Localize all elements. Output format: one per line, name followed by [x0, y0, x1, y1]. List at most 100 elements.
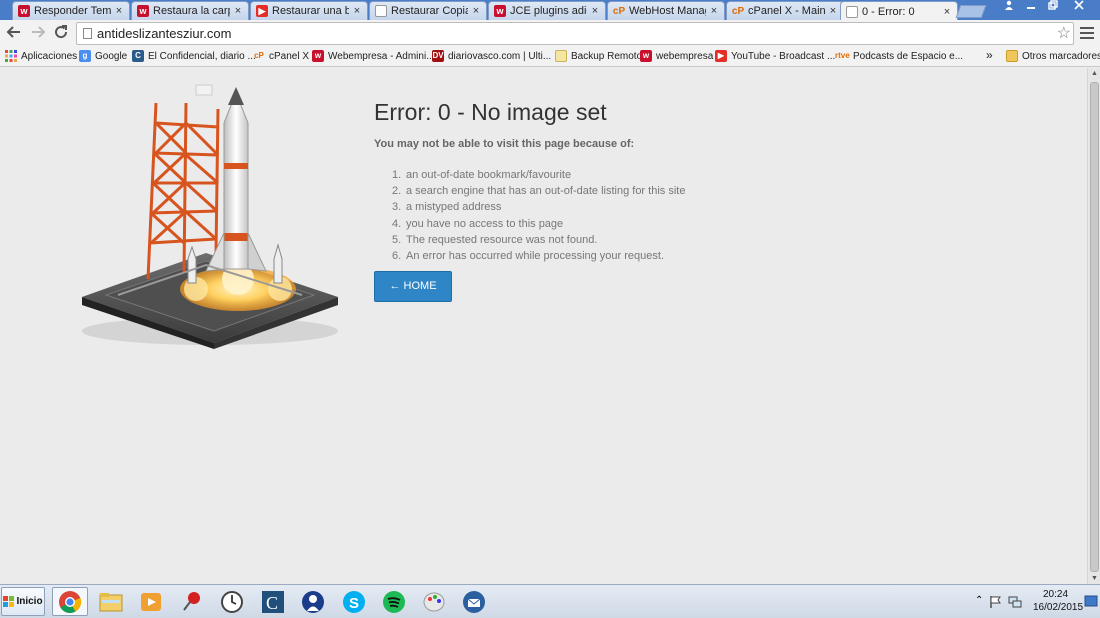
bookmark-label: El Confidencial, diario ...	[148, 50, 256, 62]
network-icon[interactable]	[1008, 595, 1022, 609]
bookmark-webempresa-admin[interactable]: w Webempresa - Admini...	[312, 50, 435, 62]
chrome-icon	[59, 590, 82, 613]
minimize-button[interactable]	[1020, 0, 1042, 14]
taskbar-explorer[interactable]	[93, 587, 129, 616]
tab-title: Responder Tema: a	[34, 5, 111, 17]
taskbar-user-app[interactable]	[295, 587, 331, 616]
bookmark-diariovasco[interactable]: DV diariovasco.com | Ulti...	[432, 50, 551, 62]
media-player-icon	[141, 592, 161, 611]
tab-6[interactable]: cP WebHost Manager ×	[607, 1, 725, 20]
close-icon[interactable]: ×	[233, 5, 243, 17]
list-text: you have no access to this page	[406, 217, 564, 230]
diariovasco-icon: DV	[432, 50, 444, 62]
document-icon	[375, 5, 387, 17]
start-button[interactable]: Inicio	[1, 587, 45, 616]
taskbar-clock-app[interactable]	[214, 587, 250, 616]
close-icon[interactable]: ×	[709, 5, 719, 17]
person-icon	[302, 590, 324, 613]
tab-2[interactable]: w Restaura la carpeta ×	[131, 1, 249, 20]
list-item: 3. a mistyped address	[392, 199, 685, 215]
close-icon[interactable]: ×	[590, 5, 600, 17]
action-center-flag-icon[interactable]	[989, 595, 1003, 609]
taskbar-spotify[interactable]	[376, 587, 412, 616]
bookmark-confidencial[interactable]: C El Confidencial, diario ...	[132, 50, 256, 62]
bookmark-other[interactable]: Otros marcadores	[1006, 50, 1100, 62]
list-item: 1. an out-of-date bookmark/favourite	[392, 167, 685, 183]
tab-5[interactable]: w JCE plugins adicion ×	[488, 1, 606, 20]
clock-time[interactable]: 20:24	[1043, 589, 1068, 600]
taskbar-paint[interactable]	[416, 587, 452, 616]
tab-active[interactable]: 0 - Error: 0 ×	[840, 1, 958, 21]
pin-icon	[183, 591, 200, 611]
folder-icon	[1006, 50, 1018, 62]
new-tab-button[interactable]	[955, 5, 987, 18]
tab-3[interactable]: ▶ Restaurar una base ×	[250, 1, 368, 20]
scrollbar-thumb[interactable]	[1090, 82, 1099, 572]
bookmark-label: diariovasco.com | Ulti...	[448, 50, 552, 62]
bookmark-label: webempresa	[656, 50, 714, 62]
webempresa-icon: w	[640, 50, 652, 62]
list-item: 4. you have no access to this page	[392, 216, 685, 232]
tab-1[interactable]: w Responder Tema: a ×	[12, 1, 130, 20]
back-button[interactable]	[4, 24, 24, 44]
bookmark-label: Aplicaciones	[21, 50, 78, 62]
list-text: The requested resource was not found.	[406, 233, 598, 246]
bookmark-google[interactable]: g Google	[79, 50, 127, 62]
tab-title: WebHost Manager	[629, 5, 706, 17]
bookmarks-overflow-button[interactable]: »	[986, 48, 993, 62]
scroll-down-icon[interactable]: ▼	[1091, 575, 1098, 582]
list-text: a search engine that has an out-of-date …	[406, 185, 686, 198]
show-hidden-icons-icon[interactable]: ⌃	[975, 595, 983, 606]
tab-title: Restaura la carpeta	[153, 5, 230, 17]
svg-text:S: S	[349, 595, 359, 612]
clock-date[interactable]: 16/02/2015	[1033, 602, 1083, 613]
taskbar-confidencial[interactable]: C	[255, 587, 291, 616]
svg-text:C: C	[266, 593, 278, 613]
show-desktop-icon[interactable]	[1084, 595, 1098, 607]
taskbar-skype[interactable]: S	[336, 587, 372, 616]
address-bar[interactable]: antideslizantesziur.com ☆	[76, 22, 1074, 45]
webempresa-icon: w	[137, 5, 149, 17]
bookmark-backup-remoto[interactable]: Backup Remoto	[555, 50, 642, 62]
bookmark-label: Google	[95, 50, 128, 62]
taskbar-pin-app[interactable]	[174, 587, 210, 616]
close-icon[interactable]: ×	[828, 5, 838, 17]
paint-palette-icon	[423, 592, 445, 611]
document-icon	[846, 5, 858, 18]
error-subtitle: You may not be able to visit this page b…	[374, 138, 635, 150]
home-button[interactable]: ← HOME	[374, 271, 452, 302]
list-number: 4.	[392, 217, 402, 230]
tab-4[interactable]: Restaurar Copia cp ×	[369, 1, 487, 20]
youtube-icon: ▶	[256, 5, 268, 17]
google-icon: g	[79, 50, 91, 62]
restore-button[interactable]	[1042, 0, 1064, 14]
star-icon[interactable]: ☆	[1057, 23, 1071, 43]
bookmark-cpanel[interactable]: cP cPanel X	[253, 50, 309, 62]
taskbar-chrome[interactable]	[52, 587, 88, 616]
list-number: 6.	[392, 249, 402, 262]
close-window-button[interactable]	[1068, 0, 1090, 14]
confidencial-icon: C	[262, 590, 284, 613]
user-icon[interactable]	[998, 0, 1020, 14]
taskbar-thunderbird[interactable]	[456, 587, 492, 616]
bookmark-label: Otros marcadores	[1022, 50, 1100, 62]
close-icon[interactable]: ×	[942, 6, 952, 18]
url-text[interactable]: antideslizantesziur.com	[97, 26, 231, 41]
tab-7[interactable]: cP cPanel X - Main ×	[726, 1, 844, 20]
bookmark-label: Backup Remoto	[571, 50, 643, 62]
bookmark-label: Podcasts de Espacio e...	[853, 50, 964, 62]
scroll-up-icon[interactable]: ▲	[1091, 70, 1098, 77]
close-icon[interactable]: ×	[114, 5, 124, 17]
close-icon[interactable]: ×	[352, 5, 362, 17]
menu-icon[interactable]	[1080, 24, 1094, 42]
bookmark-webempresa[interactable]: w webempresa	[640, 50, 713, 62]
taskbar-media-player[interactable]	[133, 587, 169, 616]
vertical-scrollbar[interactable]: ▲ ▼	[1087, 68, 1100, 584]
close-icon[interactable]: ×	[471, 5, 481, 17]
tab-strip: w Responder Tema: a × w Restaura la carp…	[0, 0, 1100, 21]
bookmark-youtube[interactable]: ▶ YouTube - Broadcast ...	[715, 50, 835, 62]
bookmark-podcasts[interactable]: rtve Podcasts de Espacio e...	[835, 50, 963, 62]
bookmark-apps[interactable]: Aplicaciones	[5, 50, 77, 62]
reload-button[interactable]	[51, 24, 71, 44]
forward-button[interactable]	[28, 24, 48, 44]
